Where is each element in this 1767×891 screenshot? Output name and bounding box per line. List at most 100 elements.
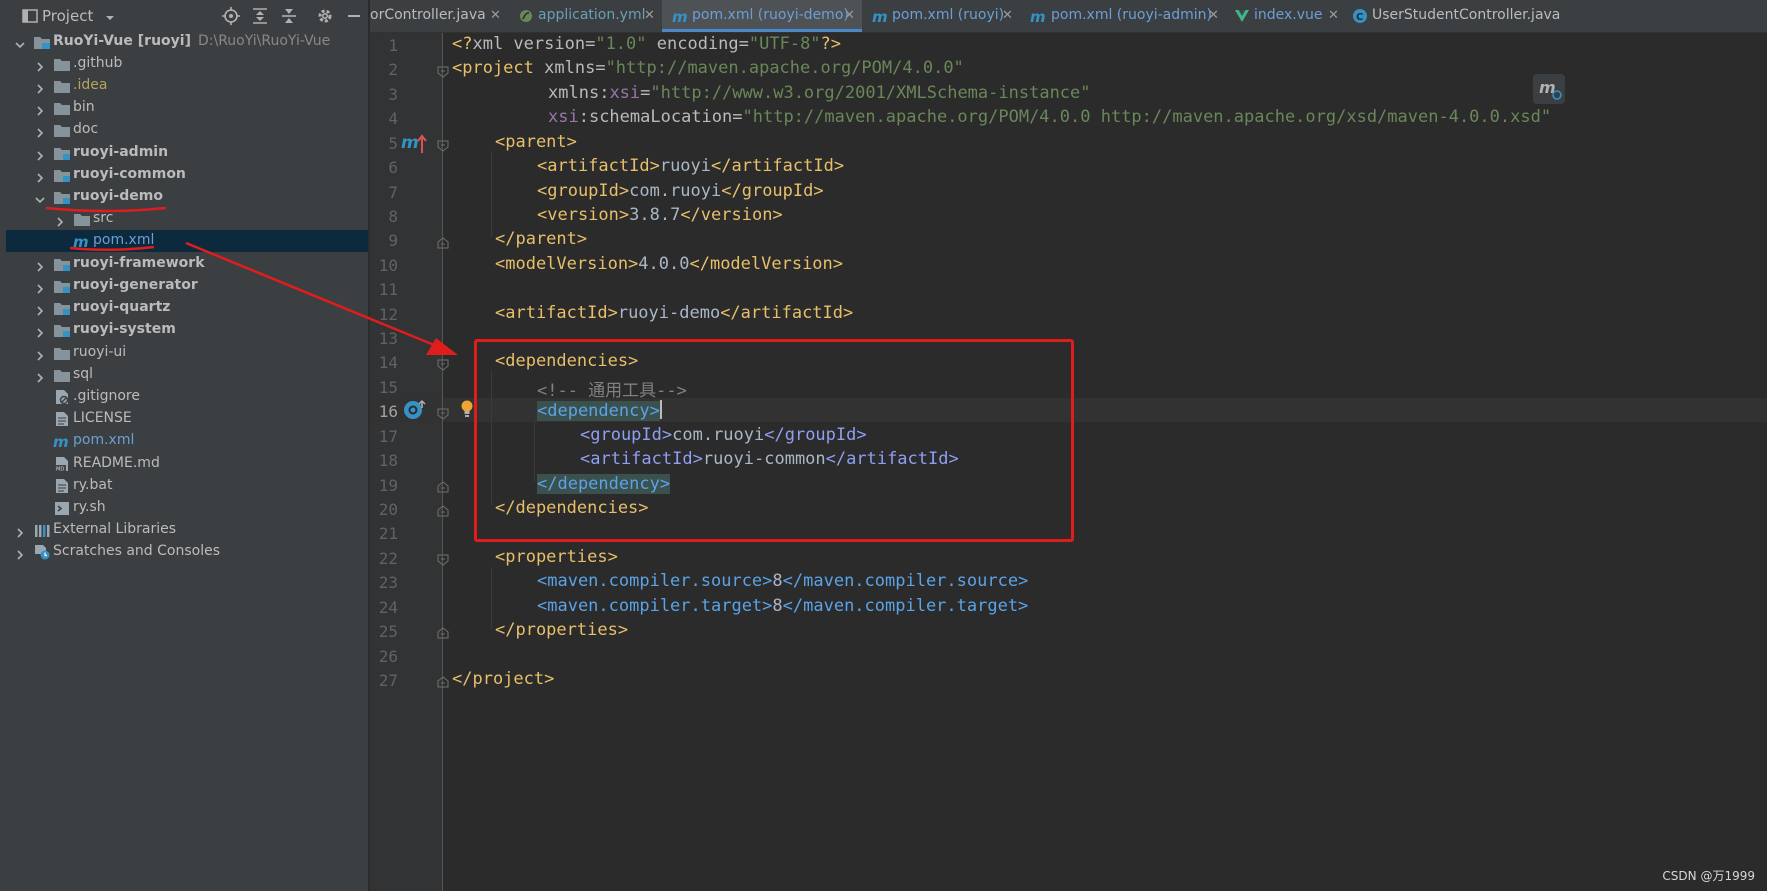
chevron-right-icon[interactable]: [14, 524, 24, 538]
tree-label: ry.sh: [73, 499, 106, 515]
tab-pom-ruoyi-admin[interactable]: m pom.xml (ruoyi-admin) ✕: [1022, 0, 1226, 32]
code-token: encoding: [646, 34, 739, 54]
code-token: <modelVersion>: [495, 254, 639, 274]
svg-text:m: m: [401, 133, 419, 153]
code-token: ruoyi-demo: [617, 303, 721, 323]
chevron-right-icon[interactable]: [14, 546, 24, 560]
fold-marker-icon[interactable]: [437, 551, 449, 566]
tree-row-ruoyi-quartz[interactable]: ruoyi-quartz: [6, 297, 368, 319]
code-line-10: <modelVersion>4.0.0</modelVersion>: [495, 254, 843, 274]
line-number: 14: [378, 353, 398, 372]
tree-row-gitignore[interactable]: .gitignore: [6, 386, 368, 408]
line-number: 16: [378, 402, 398, 421]
line-number: 25: [378, 622, 398, 641]
code-line-23: <maven.compiler.source>8</maven.compiler…: [537, 571, 1028, 591]
code-line-25: </properties>: [495, 620, 628, 640]
folder-icon: [53, 345, 71, 361]
close-icon[interactable]: ✕: [1328, 8, 1339, 23]
fold-marker-icon[interactable]: [437, 478, 449, 493]
tab-controller[interactable]: orController.java ✕: [370, 0, 512, 32]
code-line-1: <?xml version="1.0" encoding="UTF-8"?>: [452, 34, 841, 54]
tree-row-readme[interactable]: MD README.md: [6, 453, 368, 475]
tree-row-ry-bat[interactable]: ry.bat: [6, 475, 368, 497]
code-token: <properties>: [495, 547, 618, 567]
code-token: </dependencies>: [495, 498, 649, 518]
tree-row-external-libraries[interactable]: External Libraries: [6, 519, 368, 541]
scratches-icon: [33, 544, 51, 560]
tree-label: ruoyi-quartz: [73, 299, 171, 315]
tree-row-ruoyi-system[interactable]: ruoyi-system: [6, 319, 368, 341]
code-token: "1.0": [595, 34, 647, 54]
line-number: 11: [378, 280, 398, 299]
code-line-12: <artifactId>ruoyi-demo</artifactId>: [495, 303, 853, 323]
tree-row-scratches[interactable]: Scratches and Consoles: [6, 541, 368, 563]
vue-icon: [1234, 8, 1250, 24]
text-file-icon: [53, 411, 71, 427]
line-number: 10: [378, 256, 398, 275]
code-token: "http://maven.apache.org/POM/4.0.0": [605, 58, 964, 78]
tab-pom-ruoyi[interactable]: m pom.xml (ruoyi) ✕: [866, 0, 1020, 32]
code-token: </project>: [452, 669, 555, 689]
tree-row-sql[interactable]: sql: [6, 364, 368, 386]
fold-marker-icon[interactable]: [437, 356, 449, 371]
chevron-right-icon[interactable]: [34, 347, 44, 361]
code-editor[interactable]: 1 2 3 4 5 6 7 8 9 10 11 12 13 14 15 16 1…: [370, 33, 1767, 891]
code-token: "UTF-8": [748, 34, 821, 54]
chevron-right-icon[interactable]: [34, 302, 44, 316]
line-number: 1: [388, 36, 398, 55]
code-token: <dependency>: [537, 401, 660, 421]
line-number: 20: [378, 500, 398, 519]
svg-text:m: m: [1030, 8, 1046, 24]
close-icon[interactable]: ✕: [1208, 8, 1219, 23]
tree-row-ruoyi-ui[interactable]: ruoyi-ui: [6, 342, 368, 364]
maven-parent-icon[interactable]: m: [400, 131, 428, 159]
fold-marker-icon[interactable]: [437, 502, 449, 517]
dependency-update-icon[interactable]: [402, 399, 428, 425]
tree-row-ry-sh[interactable]: ry.sh: [6, 497, 368, 519]
close-icon[interactable]: ✕: [844, 8, 855, 23]
code-token: =: [738, 34, 749, 54]
fold-marker-icon[interactable]: [437, 234, 449, 249]
fold-marker-icon[interactable]: [437, 137, 449, 152]
chevron-right-icon[interactable]: [34, 324, 44, 338]
text-cursor: [659, 400, 662, 419]
fold-marker-icon[interactable]: [437, 673, 449, 688]
line-number: 8: [388, 207, 398, 226]
tab-index-vue[interactable]: index.vue ✕: [1228, 0, 1346, 32]
shell-script-icon: [53, 500, 71, 516]
tab-pom-ruoyi-demo[interactable]: m pom.xml (ruoyi-demo) ✕: [662, 0, 862, 32]
code-token: <project: [452, 58, 545, 78]
code-line-22: <properties>: [495, 547, 618, 567]
fold-marker-icon[interactable]: [437, 624, 449, 639]
text-file-icon: [53, 478, 71, 494]
code-token: </groupId>: [764, 425, 867, 445]
code-token: <?: [452, 34, 473, 54]
fold-marker-icon[interactable]: [437, 63, 449, 78]
maven-reload-button[interactable]: m: [1533, 74, 1565, 104]
chevron-right-icon[interactable]: [34, 280, 44, 294]
close-icon[interactable]: ✕: [490, 8, 501, 23]
tree-label: .gitignore: [73, 388, 140, 404]
code-token: <maven.compiler.source>: [537, 571, 773, 591]
lightbulb-icon[interactable]: [460, 399, 474, 423]
tree-label: Scratches and Consoles: [53, 543, 220, 559]
svg-text:C: C: [1356, 12, 1363, 23]
tree-row-license[interactable]: LICENSE: [6, 408, 368, 430]
code-token: </dependency>: [537, 474, 671, 494]
tree-row-root-pom[interactable]: m pom.xml: [6, 430, 368, 452]
chevron-right-icon[interactable]: [34, 369, 44, 383]
maven-icon: m: [1030, 8, 1046, 26]
code-token: </parent>: [495, 229, 588, 249]
code-token: 3.8.7: [629, 205, 681, 225]
close-icon[interactable]: ✕: [644, 8, 655, 23]
code-token: xsi: [548, 107, 579, 127]
close-icon[interactable]: ✕: [1002, 8, 1013, 23]
code-token: com.ruoyi: [629, 181, 722, 201]
indent-guide: [534, 420, 535, 482]
gutter-divider: [442, 33, 443, 891]
tree-row-ruoyi-generator[interactable]: ruoyi-generator: [6, 275, 368, 297]
fold-marker-icon[interactable]: [437, 405, 449, 420]
tab-application-yml[interactable]: application.yml ✕: [514, 0, 660, 32]
tab-user-student-controller[interactable]: C UserStudentController.java: [1348, 0, 1588, 32]
tree-label: ry.bat: [73, 477, 113, 493]
